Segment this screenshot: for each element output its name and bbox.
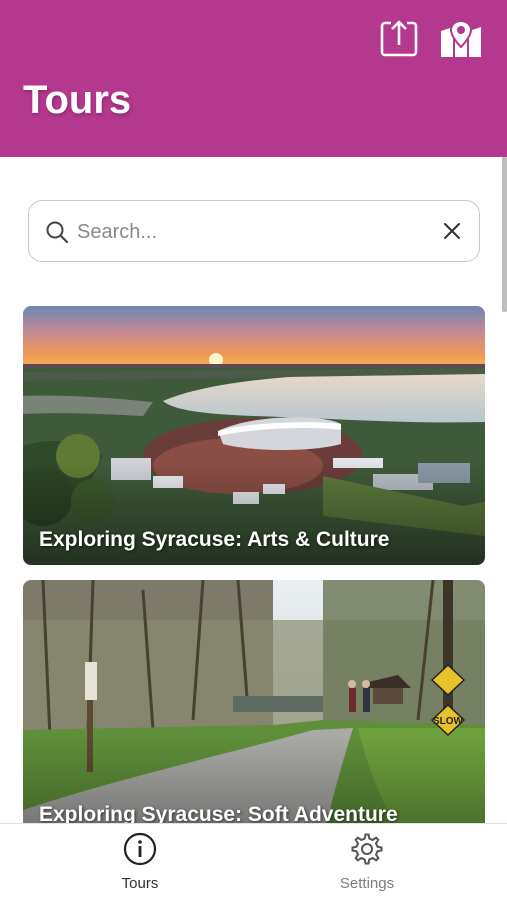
map-button[interactable] (439, 17, 483, 61)
share-button[interactable] (377, 17, 421, 61)
tab-tours-label: Tours (121, 875, 159, 892)
app-header: Tours (0, 0, 507, 157)
info-circle-icon (123, 832, 157, 866)
tour-title: Exploring Syracuse: Soft Adventure (39, 803, 398, 825)
search-icon (46, 221, 69, 244)
close-icon[interactable] (441, 220, 463, 242)
search-box (28, 200, 480, 262)
scrollbar[interactable] (502, 157, 507, 312)
page-title: Tours (23, 78, 132, 122)
share-upload-icon (380, 19, 418, 57)
tab-settings-label: Settings (339, 875, 395, 892)
tour-image-soft-adventure: SLOW (23, 580, 485, 825)
app-screen: Tours Search... Exploring Syracuse: Arts… (0, 0, 507, 900)
tab-tours[interactable]: Tours (70, 824, 210, 900)
tour-card[interactable]: Exploring Syracuse: Arts & Culture (23, 306, 485, 565)
bottom-navigation: Tours Settings (0, 823, 507, 900)
gear-icon (351, 833, 383, 865)
tour-title: Exploring Syracuse: Arts & Culture (39, 528, 390, 551)
tour-card[interactable]: SLOW Exploring Syracuse: Soft Adventure (23, 580, 485, 825)
search-input[interactable] (77, 213, 417, 251)
map-pin-icon (441, 19, 481, 57)
tour-image-arts-culture (23, 306, 485, 565)
tab-settings[interactable]: Settings (297, 824, 437, 900)
